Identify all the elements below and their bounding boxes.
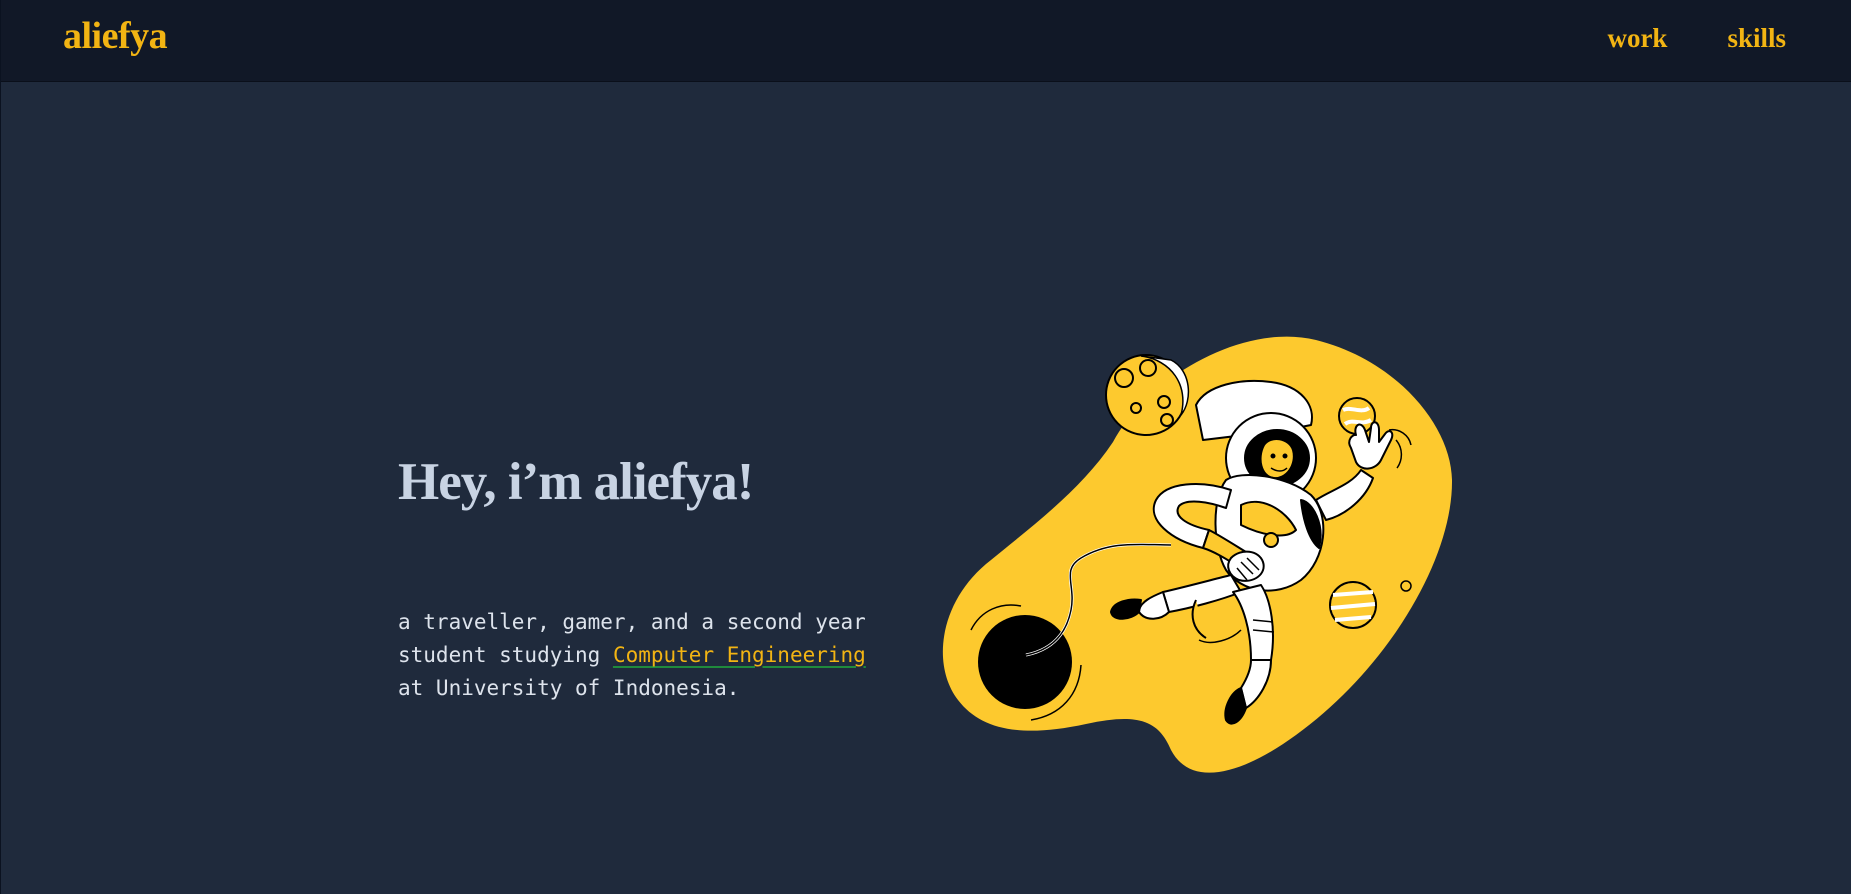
hero-description-line-2: student studying — [398, 643, 613, 667]
nav-link-skills[interactable]: skills — [1727, 23, 1786, 54]
hero-title: Hey, i’m aliefya! — [398, 453, 754, 511]
page: aliefya work skills Hey, i’m aliefya! a … — [0, 0, 1851, 894]
astronaut-in-space-icon — [942, 336, 1453, 773]
computer-engineering-link[interactable]: Computer Engineering — [613, 643, 866, 667]
top-navigation-bar: aliefya work skills — [1, 0, 1851, 82]
hero-description-line-3: at University of Indonesia. — [398, 676, 740, 700]
nav-link-work[interactable]: work — [1607, 23, 1667, 54]
hero-description-line-1: a traveller, gamer, and a second year — [398, 610, 866, 634]
main-nav: work skills — [1607, 23, 1786, 54]
brand-logo-link[interactable]: aliefya — [63, 14, 168, 58]
striped-planet-icon — [1329, 581, 1377, 629]
hero-description: a traveller, gamer, and a second year st… — [398, 606, 918, 705]
